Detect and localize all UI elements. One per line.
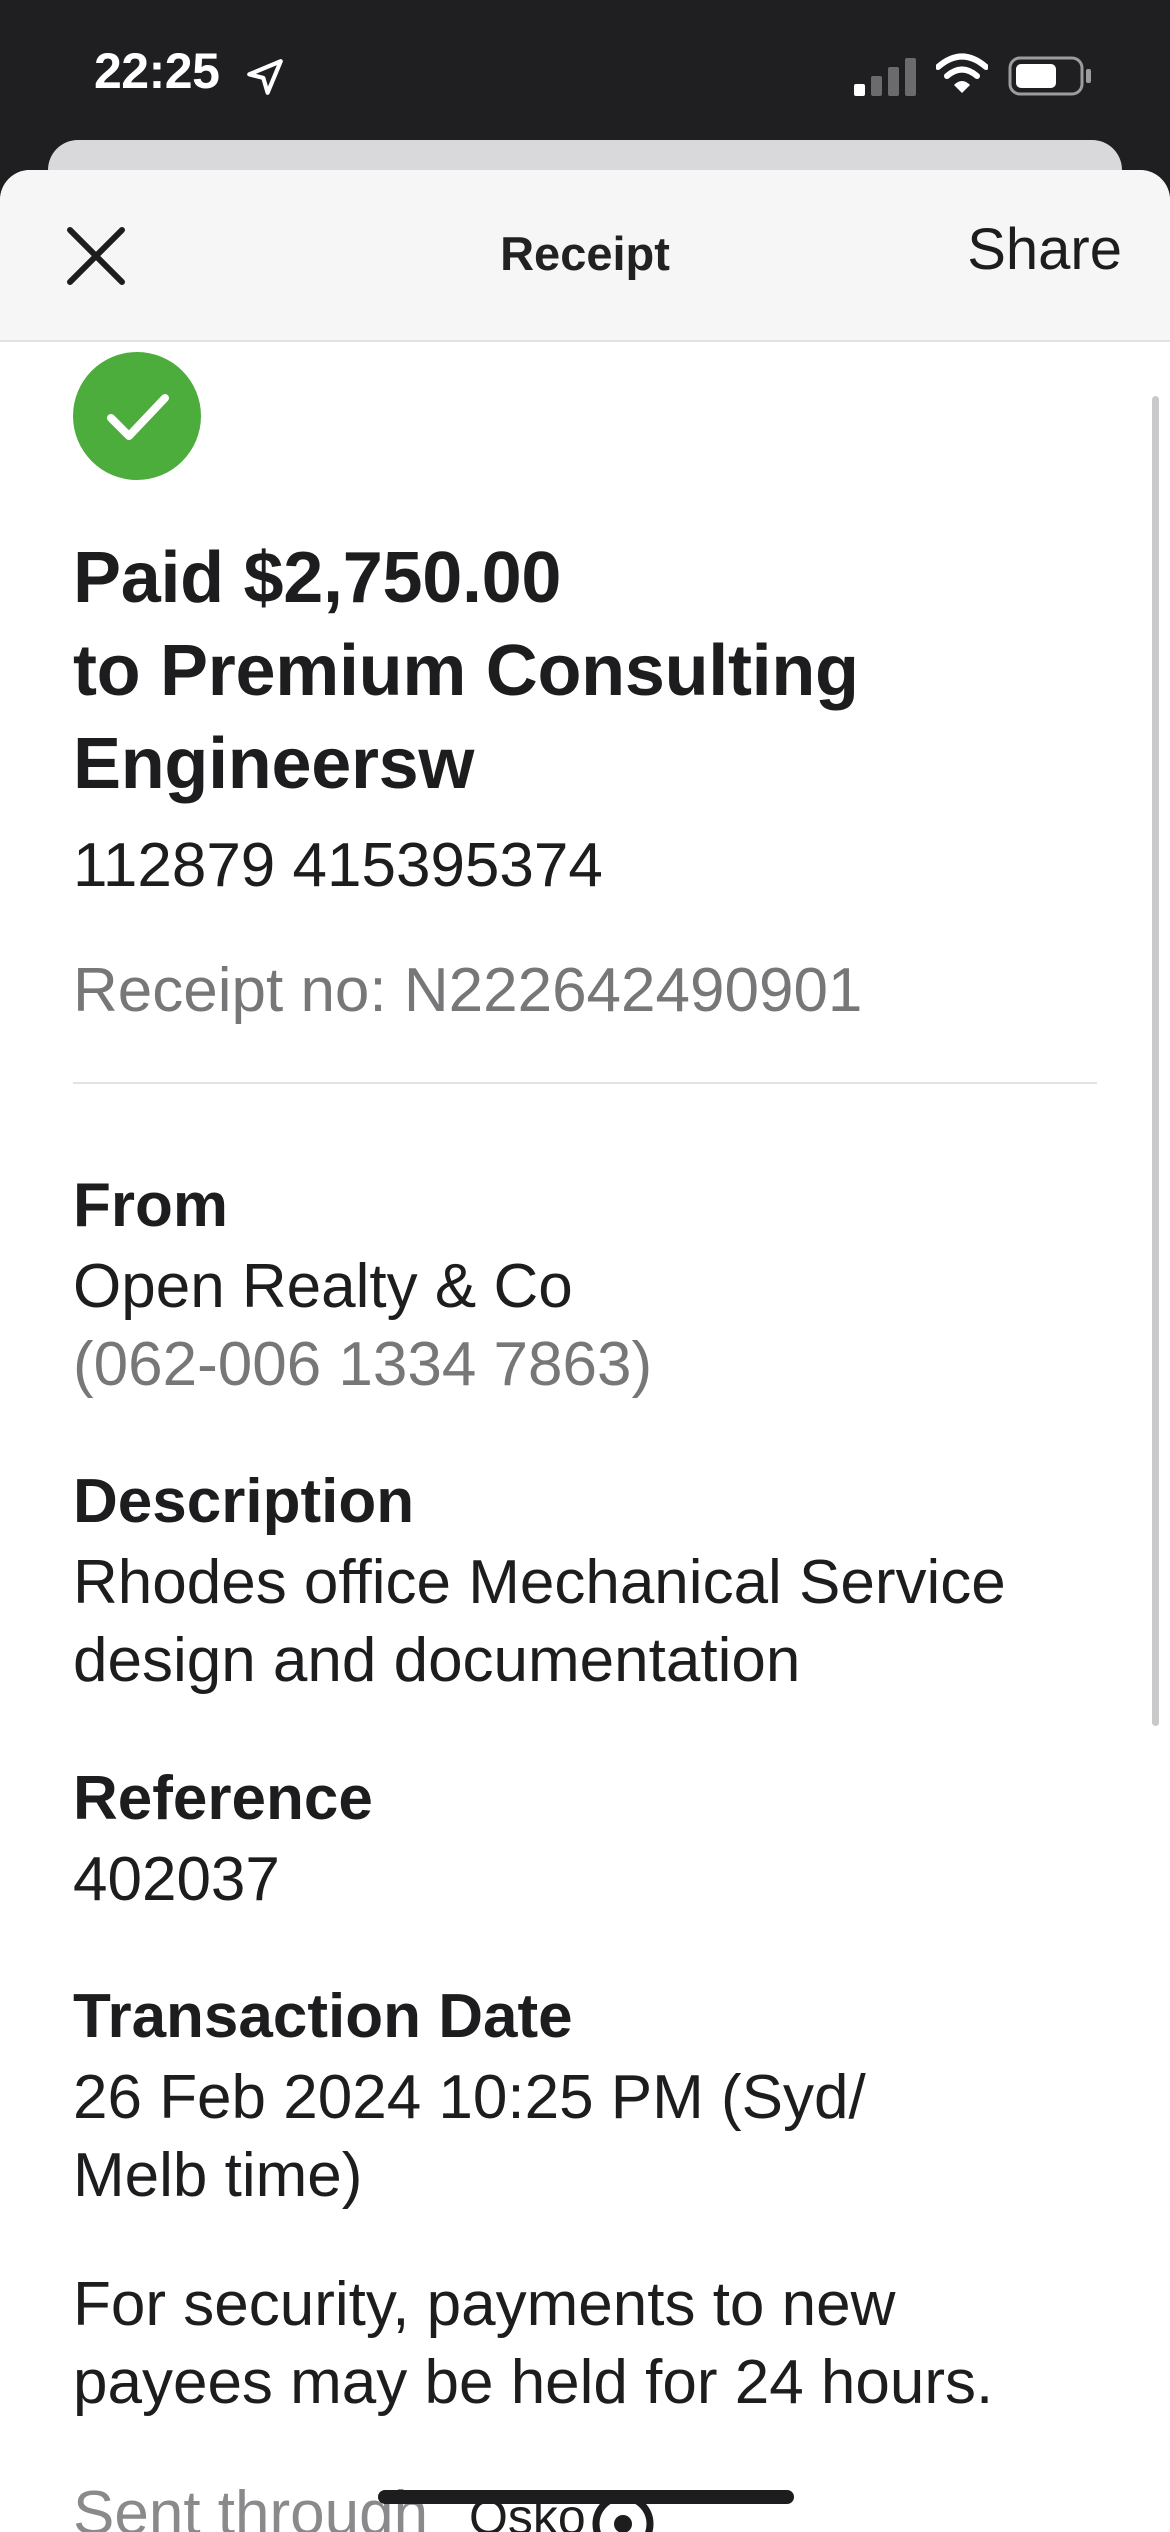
security-note-line-1: For security, payments to new bbox=[73, 2270, 896, 2339]
share-button[interactable]: Share bbox=[967, 216, 1122, 283]
nav-bar: Receipt Share bbox=[0, 170, 1170, 342]
scrollbar[interactable] bbox=[1152, 396, 1159, 1726]
wifi-icon bbox=[936, 53, 988, 93]
description-line-1: Rhodes office Mechanical Service bbox=[73, 1548, 1006, 1617]
from-account: (062-006 1334 7863) bbox=[73, 1330, 653, 1399]
divider bbox=[73, 1082, 1097, 1084]
status-bar: 22:25 bbox=[0, 0, 1170, 150]
headline-amount: Paid $2,750.00 bbox=[73, 538, 562, 618]
description-line-2: design and documentation bbox=[73, 1626, 801, 1695]
transaction-date-line-1: 26 Feb 2024 10:25 PM (Syd/ bbox=[73, 2063, 866, 2132]
receipt-sheet: Receipt Share Paid $2,750.00 to Premium … bbox=[0, 170, 1170, 2532]
battery-icon bbox=[1008, 56, 1091, 96]
cellular-signal-icon bbox=[854, 58, 916, 96]
from-label: From bbox=[73, 1171, 228, 1240]
osko-logo-icon: Osko bbox=[469, 2489, 654, 2532]
from-value: Open Realty & Co (062-006 1334 7863) bbox=[73, 1248, 1103, 1404]
success-check-icon bbox=[73, 352, 201, 480]
description-label: Description bbox=[73, 1467, 415, 1536]
description-value: Rhodes office Mechanical Service design … bbox=[73, 1544, 1103, 1700]
security-note-line-2: payees may be held for 24 hours. bbox=[73, 2348, 994, 2417]
transaction-date-line-2: Melb time) bbox=[73, 2141, 363, 2210]
payment-headline: Paid $2,750.00 to Premium Consulting Eng… bbox=[73, 532, 1103, 811]
sent-through-label: Sent through bbox=[73, 2479, 429, 2532]
reference-value: 402037 bbox=[73, 1845, 280, 1914]
payee-account-number: 112879 415395374 bbox=[73, 831, 603, 900]
location-arrow-icon bbox=[247, 59, 283, 95]
reference-label: Reference bbox=[73, 1764, 373, 1833]
headline-payee: to Premium Consulting bbox=[73, 631, 859, 711]
from-name: Open Realty & Co bbox=[73, 1252, 573, 1321]
home-indicator[interactable] bbox=[378, 2490, 794, 2504]
transaction-date-label: Transaction Date bbox=[73, 1982, 573, 2051]
headline-payee-cont: Engineersw bbox=[73, 724, 475, 804]
receipt-number: Receipt no: N222642490901 bbox=[73, 956, 863, 1025]
security-note: For security, payments to new payees may… bbox=[73, 2266, 1103, 2422]
transaction-date-value: 26 Feb 2024 10:25 PM (Syd/ Melb time) bbox=[73, 2059, 1103, 2215]
status-time: 22:25 bbox=[94, 43, 220, 99]
